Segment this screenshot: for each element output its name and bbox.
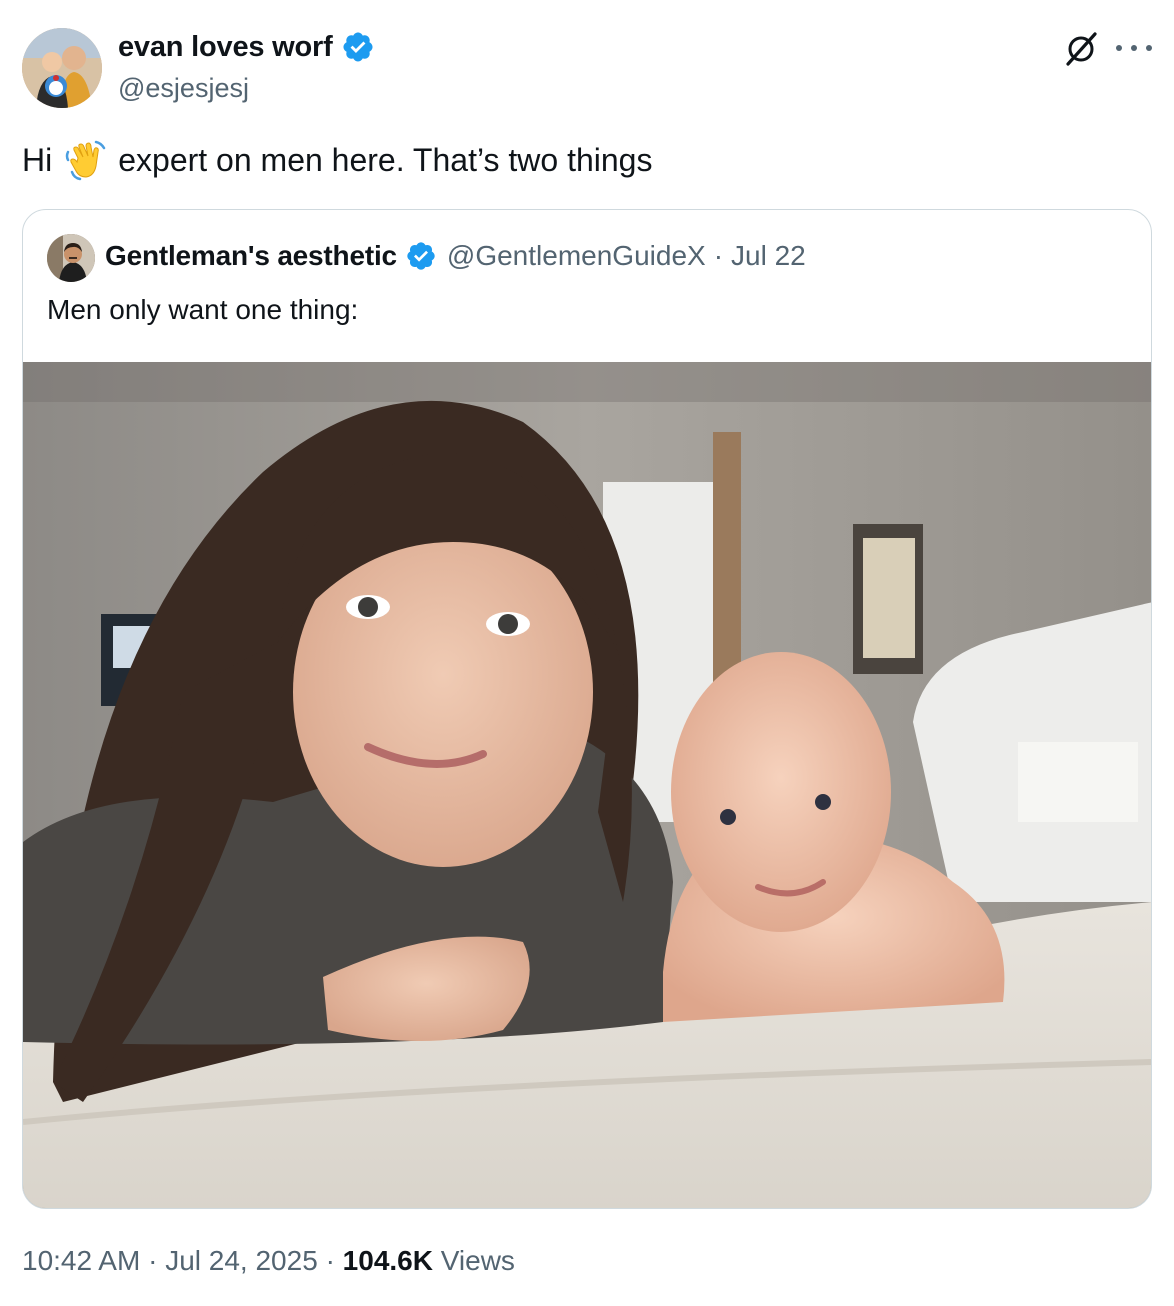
meta-separator: ·: [713, 240, 724, 271]
author-avatar[interactable]: [22, 28, 102, 108]
quoted-date[interactable]: Jul 22: [731, 240, 806, 272]
grok-icon[interactable]: [1062, 30, 1100, 68]
more-options-icon[interactable]: [1116, 36, 1152, 60]
waving-hand-icon: [65, 140, 106, 181]
quoted-display-name[interactable]: Gentleman's aesthetic: [105, 240, 397, 272]
verified-badge-icon: [343, 32, 373, 62]
tweet-text-before: Hi: [22, 142, 53, 178]
more-dot: [1146, 45, 1152, 51]
quoted-photo[interactable]: [23, 362, 1152, 1209]
quoted-handle[interactable]: @GentlemenGuideX: [447, 240, 706, 272]
meta-separator: ·: [148, 1245, 158, 1276]
quoted-header: Gentleman's aesthetic @GentlemenGuideX ·…: [105, 240, 806, 272]
meta-separator: ·: [325, 1245, 335, 1276]
more-dot: [1116, 45, 1122, 51]
tweet-date[interactable]: Jul 24, 2025: [165, 1245, 318, 1276]
author-name-row[interactable]: evan loves worf: [118, 30, 375, 64]
tweet-footer: 10:42 AM · Jul 24, 2025 · 104.6K Views: [22, 1245, 515, 1277]
views-count[interactable]: 104.6K: [343, 1245, 433, 1276]
verified-badge-icon: [407, 242, 435, 270]
author-display-name[interactable]: evan loves worf: [118, 31, 333, 64]
quoted-tweet-card[interactable]: Gentleman's aesthetic @GentlemenGuideX ·…: [22, 209, 1152, 1209]
tweet-text: Hi expert on men here. That’s two things: [22, 138, 652, 182]
views-label: Views: [440, 1245, 515, 1276]
more-dot: [1131, 45, 1137, 51]
author-handle[interactable]: @esjesjesj: [118, 73, 249, 104]
quoted-text: Men only want one thing:: [47, 294, 359, 325]
tweet-text-after: expert on men here. That’s two things: [118, 142, 653, 178]
tweet-time[interactable]: 10:42 AM: [22, 1245, 140, 1276]
quoted-author-avatar[interactable]: [47, 234, 95, 282]
